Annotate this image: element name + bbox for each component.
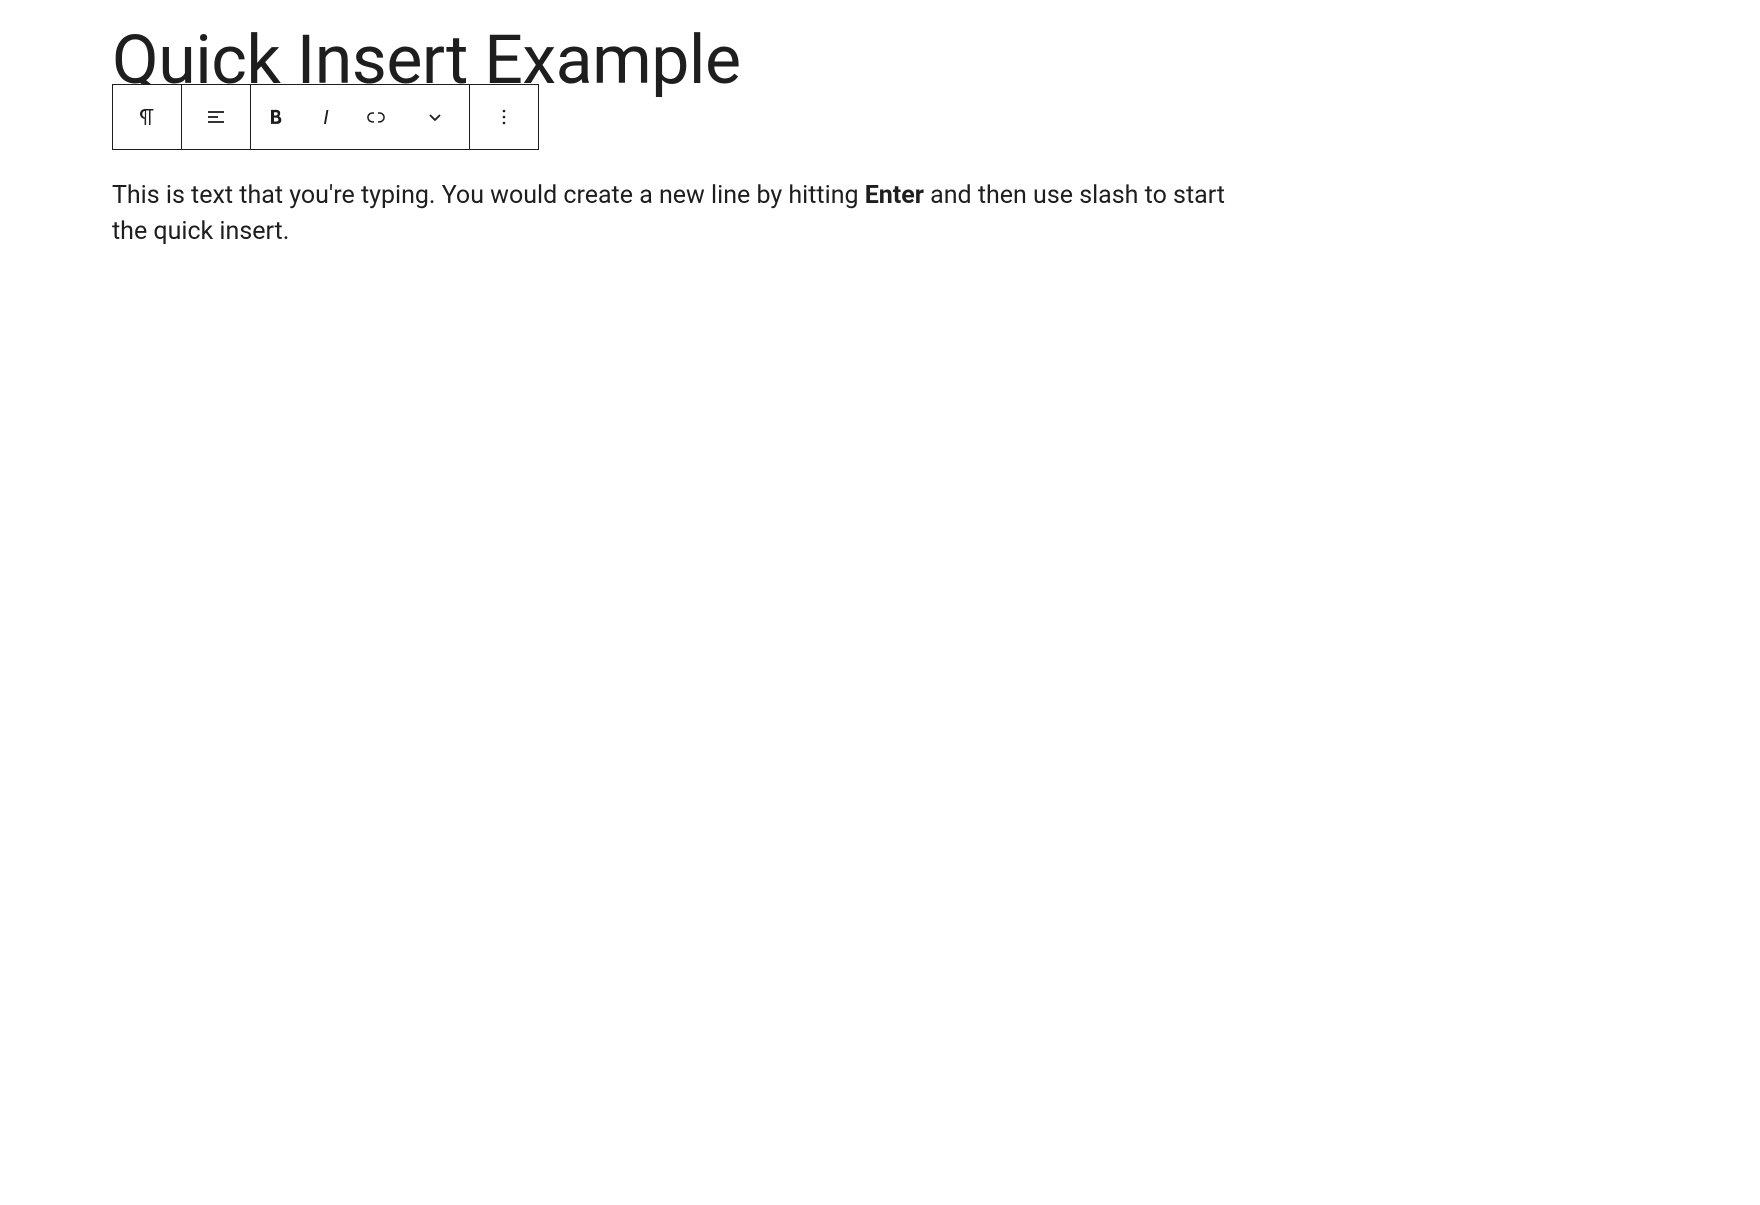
toolbar-group-options [470,85,538,149]
chevron-down-icon [423,105,447,129]
link-button[interactable] [351,85,401,149]
more-vertical-icon [492,105,516,129]
bold-icon [264,105,288,129]
toolbar-group-block-type [113,85,182,149]
link-icon [364,105,388,129]
toolbar-group-align [182,85,251,149]
editor-container: Quick Insert Example [0,0,1760,270]
align-button[interactable] [182,85,250,149]
block-toolbar [112,84,539,150]
paragraph-text-before: This is text that you're typing. You wou… [112,181,865,210]
italic-button[interactable] [301,85,351,149]
toolbar-group-formatting [251,85,470,149]
paragraph-bold: Enter [865,181,924,210]
italic-icon [314,105,338,129]
more-formatting-button[interactable] [401,85,469,149]
block-type-button[interactable] [113,85,181,149]
align-left-icon [204,105,228,129]
bold-button[interactable] [251,85,301,149]
paragraph-block[interactable]: This is text that you're typing. You wou… [112,178,1232,251]
paragraph-icon [135,105,159,129]
options-button[interactable] [470,85,538,149]
